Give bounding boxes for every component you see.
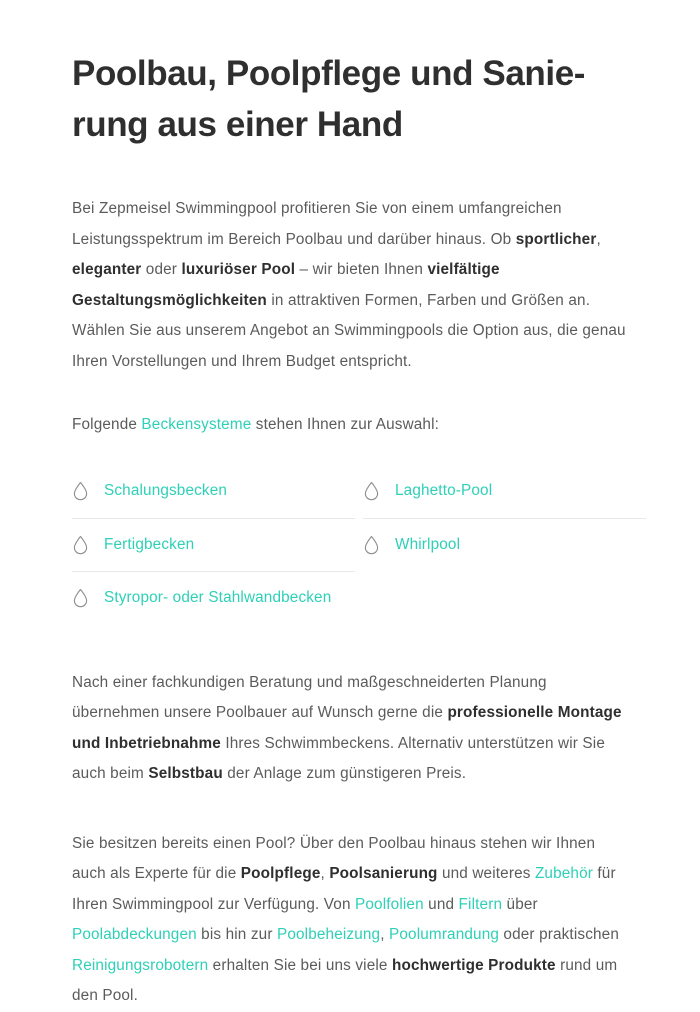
emphasis-text: Selbstbau [148,765,223,782]
beckensystem-label[interactable]: Whirlpool [395,535,460,555]
inline-link[interactable]: Zubehör [535,865,593,882]
beckensysteme-list: Schalungsbecken Laghetto-Pool Fertigbecken… [72,465,646,624]
water-droplet-icon [73,588,88,607]
inline-link[interactable]: Poolfolien [355,896,424,913]
water-droplet-icon [364,535,379,554]
page-container: Poolbau, Poolpflege und Sanie- rung aus … [0,0,700,1004]
beckensystem-label[interactable]: Schalungsbecken [104,481,227,501]
page-title-line-1: Poolbau, Poolpflege und Sanie- [72,54,586,93]
beckensystem-item[interactable]: Styropor- oder Stahlwandbecken [72,570,355,624]
water-droplet-icon [364,481,379,501]
poolpflege-paragraph: Sie besitzen bereits einen Pool? Über de… [72,790,628,1012]
paragraph-text: bis hin zur [196,926,277,943]
paragraph-text: und weiteres [437,865,535,882]
beckensystem-item[interactable]: Whirlpool [363,517,646,571]
paragraph-text: Bei Zepmeisel Swimmingpool profitieren S… [72,200,562,248]
beckensystem-label[interactable]: Laghetto-Pool [395,481,492,501]
paragraph-text: , [596,230,601,248]
paragraph-text: der Anlage zum günstigeren Preis. [222,765,467,782]
beckensystem-item[interactable]: Fertigbecken [72,517,355,571]
paragraph-text: oder praktischen [499,926,619,943]
emphasis-text: hochwertige Produkte [392,956,556,974]
emphasis-text: Poolsanierung [329,865,438,882]
emphasis-text: Poolpflege [240,865,321,882]
page-title: Poolbau, Poolpflege und Sanie- rung aus … [72,0,602,150]
beckensystem-item[interactable]: Schalungsbecken [72,465,355,518]
intro-paragraph: Bei Zepmeisel Swimmingpool profitieren S… [72,150,628,377]
montage-paragraph: Nach einer fachkundigen Beratung und maß… [72,624,628,790]
beckensysteme-lead-in: Folgende Beckensysteme stehen Ihnen zur … [72,377,628,441]
paragraph-text: über [502,895,538,913]
paragraph-text: erhalten Sie bei uns viele [208,956,392,974]
page-title-line-2: rung aus einer Hand [72,105,403,144]
paragraph-text: , [320,865,330,882]
inline-link[interactable]: Poolumrandung [389,926,499,943]
beckensystem-label[interactable]: Fertigbecken [104,535,194,555]
link-beckensysteme[interactable]: Beckensysteme [141,416,251,433]
emphasis-text: sportlicher [515,230,597,248]
beckensystem-item[interactable]: Laghetto-Pool [363,465,646,518]
water-droplet-icon [73,481,88,501]
emphasis-text: eleganter [72,261,142,278]
lead-in-before: Folgende [72,416,142,433]
paragraph-text: – wir bieten Ihnen [295,261,428,278]
inline-link[interactable]: Filtern [459,896,503,913]
inline-link[interactable]: Reinigungsrobotern [72,957,208,974]
inline-link[interactable]: Poolabdeckungen [72,926,197,943]
water-droplet-icon [73,535,88,554]
lead-in-after: stehen Ihnen zur Auswahl: [251,416,440,433]
beckensystem-cell-empty [363,571,646,624]
emphasis-text: luxuriöser Pool [181,261,296,278]
paragraph-text: und [423,895,459,913]
beckensystem-label[interactable]: Styropor- oder Stahlwandbecken [104,588,331,608]
paragraph-text: , [380,926,390,943]
inline-link[interactable]: Poolbeheizung [277,926,380,943]
paragraph-text: oder [141,261,182,278]
